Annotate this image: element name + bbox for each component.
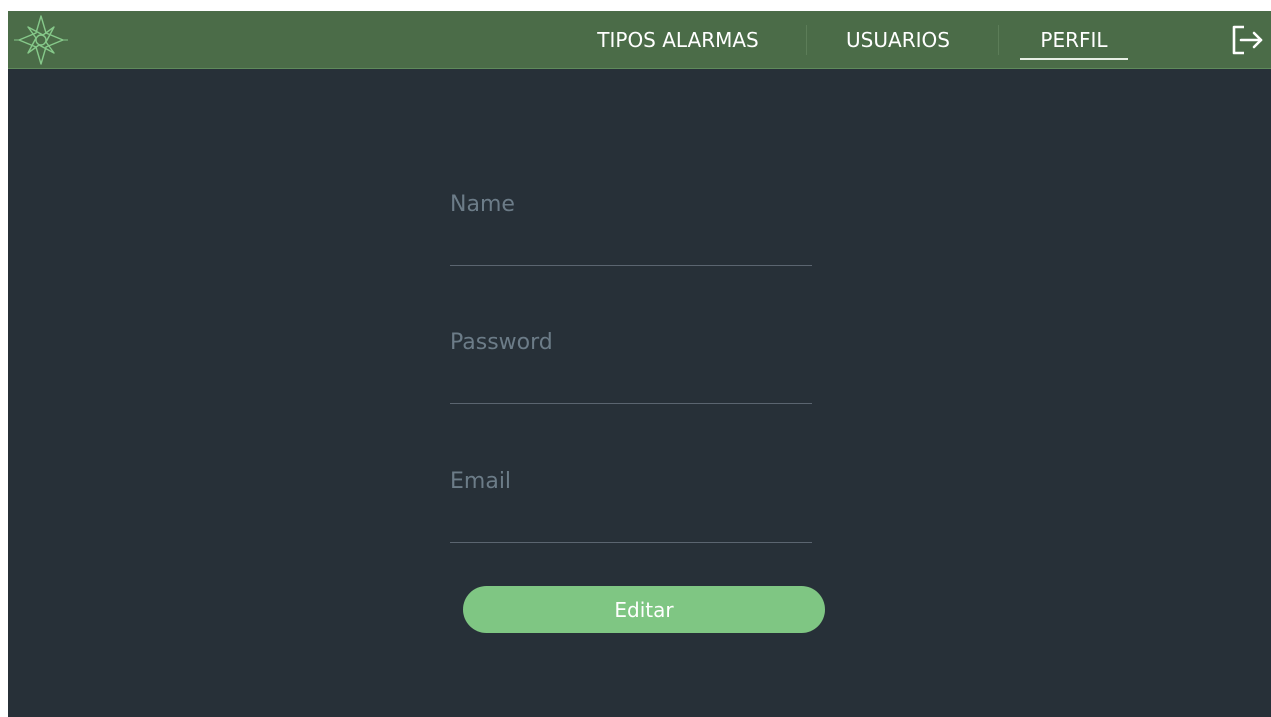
- password-field-group: [450, 314, 812, 404]
- app-window: TIPOS ALARMAS USUARIOS PERFIL Editar: [8, 11, 1271, 717]
- password-input[interactable]: [450, 314, 812, 404]
- nav-divider: [998, 25, 999, 55]
- nav-perfil[interactable]: PERFIL: [1020, 11, 1128, 69]
- email-input[interactable]: [450, 453, 812, 543]
- active-tab-indicator: [1020, 58, 1128, 60]
- nav-divider: [806, 25, 807, 55]
- compass-star-icon[interactable]: [14, 13, 68, 67]
- name-field-group: [450, 176, 812, 266]
- name-input[interactable]: [450, 176, 812, 266]
- edit-button[interactable]: Editar: [463, 586, 825, 633]
- email-field-group: [450, 453, 812, 543]
- nav-usuarios[interactable]: USUARIOS: [828, 11, 968, 69]
- logout-icon[interactable]: [1230, 24, 1266, 56]
- top-navbar: TIPOS ALARMAS USUARIOS PERFIL: [8, 11, 1271, 69]
- nav-tipos-alarmas[interactable]: TIPOS ALARMAS: [580, 11, 776, 69]
